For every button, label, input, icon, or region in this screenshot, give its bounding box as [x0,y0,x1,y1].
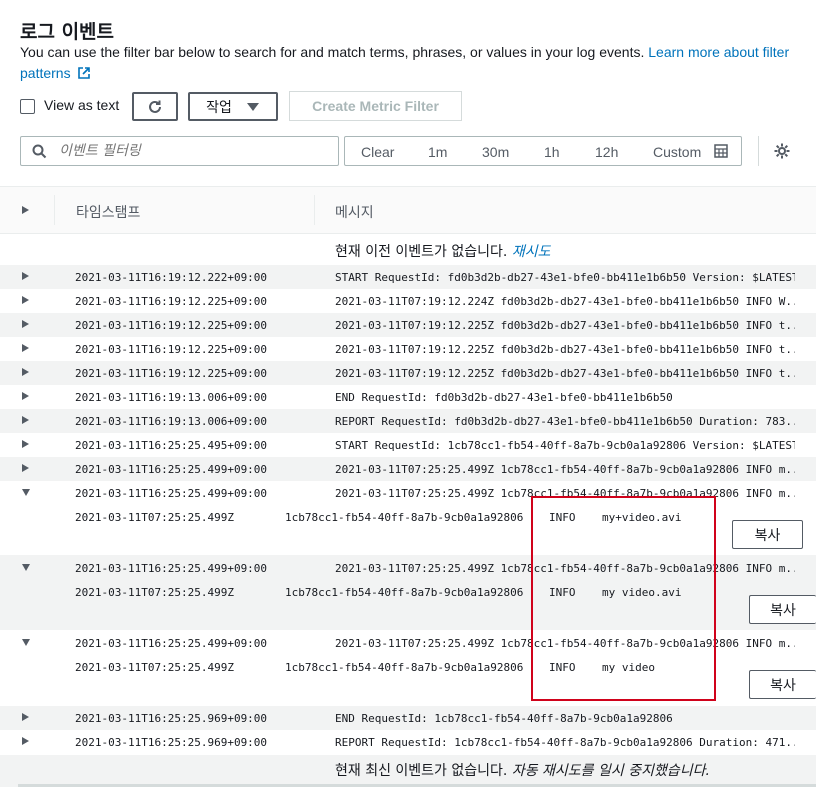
search-icon [32,144,47,159]
detail-request-id: 1cb78cc1-fb54-40ff-8a7b-9cb0a1a92806 [285,661,524,674]
external-link-icon[interactable] [78,67,91,79]
collapse-arrow-icon[interactable] [22,639,30,646]
page-title: 로그 이벤트 [20,21,115,43]
table-row[interactable]: 2021-03-11T16:19:13.006+09:00 END Reques… [0,385,816,409]
clear-button[interactable]: Clear [361,144,394,160]
table-row[interactable]: 2021-03-11T16:19:13.006+09:00 REPORT Req… [0,409,816,433]
row-timestamp: 2021-03-11T16:25:25.499+09:00 [75,637,268,650]
collapse-arrow-icon[interactable] [22,564,30,571]
filter-search-input[interactable] [57,142,331,160]
row-message: 2021-03-11T07:25:25.499Z 1cb78cc1-fb54-4… [335,463,795,476]
detail-timestamp: 2021-03-11T07:25:25.499Z [75,586,234,599]
expand-arrow-icon[interactable] [22,296,29,304]
filter-search-box[interactable] [20,136,339,166]
table-row[interactable]: 2021-03-11T16:19:12.222+09:00 START Requ… [0,265,816,289]
row-message: 2021-03-11T07:19:12.224Z fd0b3d2b-db27-4… [335,295,795,308]
table-row[interactable]: 2021-03-11T16:19:12.225+09:00 2021-03-11… [0,313,816,337]
table-row[interactable]: 2021-03-11T16:25:25.969+09:00 REPORT Req… [0,730,816,754]
detail-timestamp: 2021-03-11T07:25:25.499Z [75,661,234,674]
create-metric-filter-button[interactable]: Create Metric Filter [289,91,462,121]
range-1h[interactable]: 1h [544,144,560,160]
row-message: REPORT RequestId: 1cb78cc1-fb54-40ff-8a7… [335,736,795,749]
actions-label: 작업 [206,99,232,116]
detail-timestamp: 2021-03-11T07:25:25.499Z [75,511,234,524]
column-header-timestamp[interactable]: 타임스탬프 [76,202,140,222]
range-1m[interactable]: 1m [428,144,447,160]
row-message: 2021-03-11T07:19:12.225Z fd0b3d2b-db27-4… [335,343,795,356]
no-older-events-text: 현재 이전 이벤트가 없습니다. [335,244,508,260]
column-divider [314,195,315,225]
expand-arrow-icon[interactable] [22,368,29,376]
no-newer-events-text: 현재 최신 이벤트가 없습니다. [335,763,508,779]
row-timestamp: 2021-03-11T16:19:13.006+09:00 [75,391,268,404]
description-text: You can use the filter bar below to sear… [20,44,645,60]
highlight-box [531,496,716,701]
toolbar-divider [758,136,759,166]
row-message: START RequestId: 1cb78cc1-fb54-40ff-8a7b… [335,439,795,452]
expand-arrow-icon[interactable] [22,713,29,721]
view-as-text-checkbox[interactable] [20,99,35,114]
row-message: END RequestId: fd0b3d2b-db27-43e1-bfe0-b… [335,391,673,404]
table-header: 타임스탬프 메시지 [0,186,816,234]
row-timestamp: 2021-03-11T16:25:25.499+09:00 [75,562,268,575]
row-message: END RequestId: 1cb78cc1-fb54-40ff-8a7b-9… [335,712,673,725]
page-description: You can use the filter bar below to sear… [20,42,790,84]
actions-button[interactable]: 작업 [188,92,278,121]
expand-arrow-icon[interactable] [22,272,29,280]
view-as-text-label: View as text [44,97,120,113]
expand-arrow-icon[interactable] [22,320,29,328]
row-message: START RequestId: fd0b3d2b-db27-43e1-bfe0… [335,271,795,284]
expand-arrow-icon[interactable] [22,416,29,424]
row-message: REPORT RequestId: fd0b3d2b-db27-43e1-bfe… [335,415,795,428]
range-12h[interactable]: 12h [595,144,618,160]
table-row[interactable]: 2021-03-11T16:19:12.225+09:00 2021-03-11… [0,361,816,385]
table-row[interactable]: 2021-03-11T16:25:25.969+09:00 END Reques… [0,706,816,730]
range-custom[interactable]: Custom [653,144,701,160]
time-range-selector: Clear 1m 30m 1h 12h Custom [344,136,742,166]
expand-arrow-icon[interactable] [22,737,29,745]
table-row[interactable]: 2021-03-11T16:25:25.495+09:00 START Requ… [0,433,816,457]
refresh-button[interactable] [132,92,178,121]
no-older-events-notice: 현재 이전 이벤트가 없습니다. 재시도 [335,241,550,261]
row-timestamp: 2021-03-11T16:25:25.499+09:00 [75,487,268,500]
row-timestamp: 2021-03-11T16:19:12.225+09:00 [75,295,268,308]
expand-arrow-icon[interactable] [22,392,29,400]
gear-icon[interactable] [773,142,791,160]
row-timestamp: 2021-03-11T16:25:25.499+09:00 [75,463,268,476]
copy-button[interactable]: 복사 [749,670,816,699]
retry-link[interactable]: 재시도 [512,244,551,260]
copy-button[interactable]: 복사 [732,520,803,549]
row-timestamp: 2021-03-11T16:25:25.495+09:00 [75,439,268,452]
caret-down-icon [246,102,259,111]
collapse-arrow-icon[interactable] [22,489,30,496]
row-timestamp: 2021-03-11T16:25:25.969+09:00 [75,736,268,749]
copy-button[interactable]: 복사 [749,595,816,624]
expand-arrow-icon[interactable] [22,440,29,448]
expand-all-arrow-icon[interactable] [22,206,29,214]
detail-request-id: 1cb78cc1-fb54-40ff-8a7b-9cb0a1a92806 [285,511,524,524]
calendar-icon[interactable] [714,144,728,158]
no-newer-events-notice: 현재 최신 이벤트가 없습니다. 자동 재시도를 일시 중지했습니다. [335,760,710,780]
refresh-icon [149,100,161,113]
expand-arrow-icon[interactable] [22,344,29,352]
column-header-message[interactable]: 메시지 [335,202,374,222]
row-timestamp: 2021-03-11T16:19:13.006+09:00 [75,415,268,428]
table-row[interactable]: 2021-03-11T16:25:25.499+09:00 2021-03-11… [0,457,816,481]
row-message: 2021-03-11T07:19:12.225Z fd0b3d2b-db27-4… [335,367,795,380]
table-row[interactable]: 2021-03-11T16:19:12.225+09:00 2021-03-11… [0,337,816,361]
row-timestamp: 2021-03-11T16:19:12.225+09:00 [75,367,268,380]
table-row[interactable]: 2021-03-11T16:19:12.225+09:00 2021-03-11… [0,289,816,313]
expand-arrow-icon[interactable] [22,464,29,472]
auto-retry-paused-text: 자동 재시도를 일시 중지했습니다. [511,763,710,779]
row-timestamp: 2021-03-11T16:19:12.225+09:00 [75,343,268,356]
range-30m[interactable]: 30m [482,144,509,160]
row-timestamp: 2021-03-11T16:19:12.225+09:00 [75,319,268,332]
row-timestamp: 2021-03-11T16:25:25.969+09:00 [75,712,268,725]
row-message: 2021-03-11T07:19:12.225Z fd0b3d2b-db27-4… [335,319,795,332]
row-timestamp: 2021-03-11T16:19:12.222+09:00 [75,271,268,284]
detail-request-id: 1cb78cc1-fb54-40ff-8a7b-9cb0a1a92806 [285,586,524,599]
column-divider [54,195,55,225]
